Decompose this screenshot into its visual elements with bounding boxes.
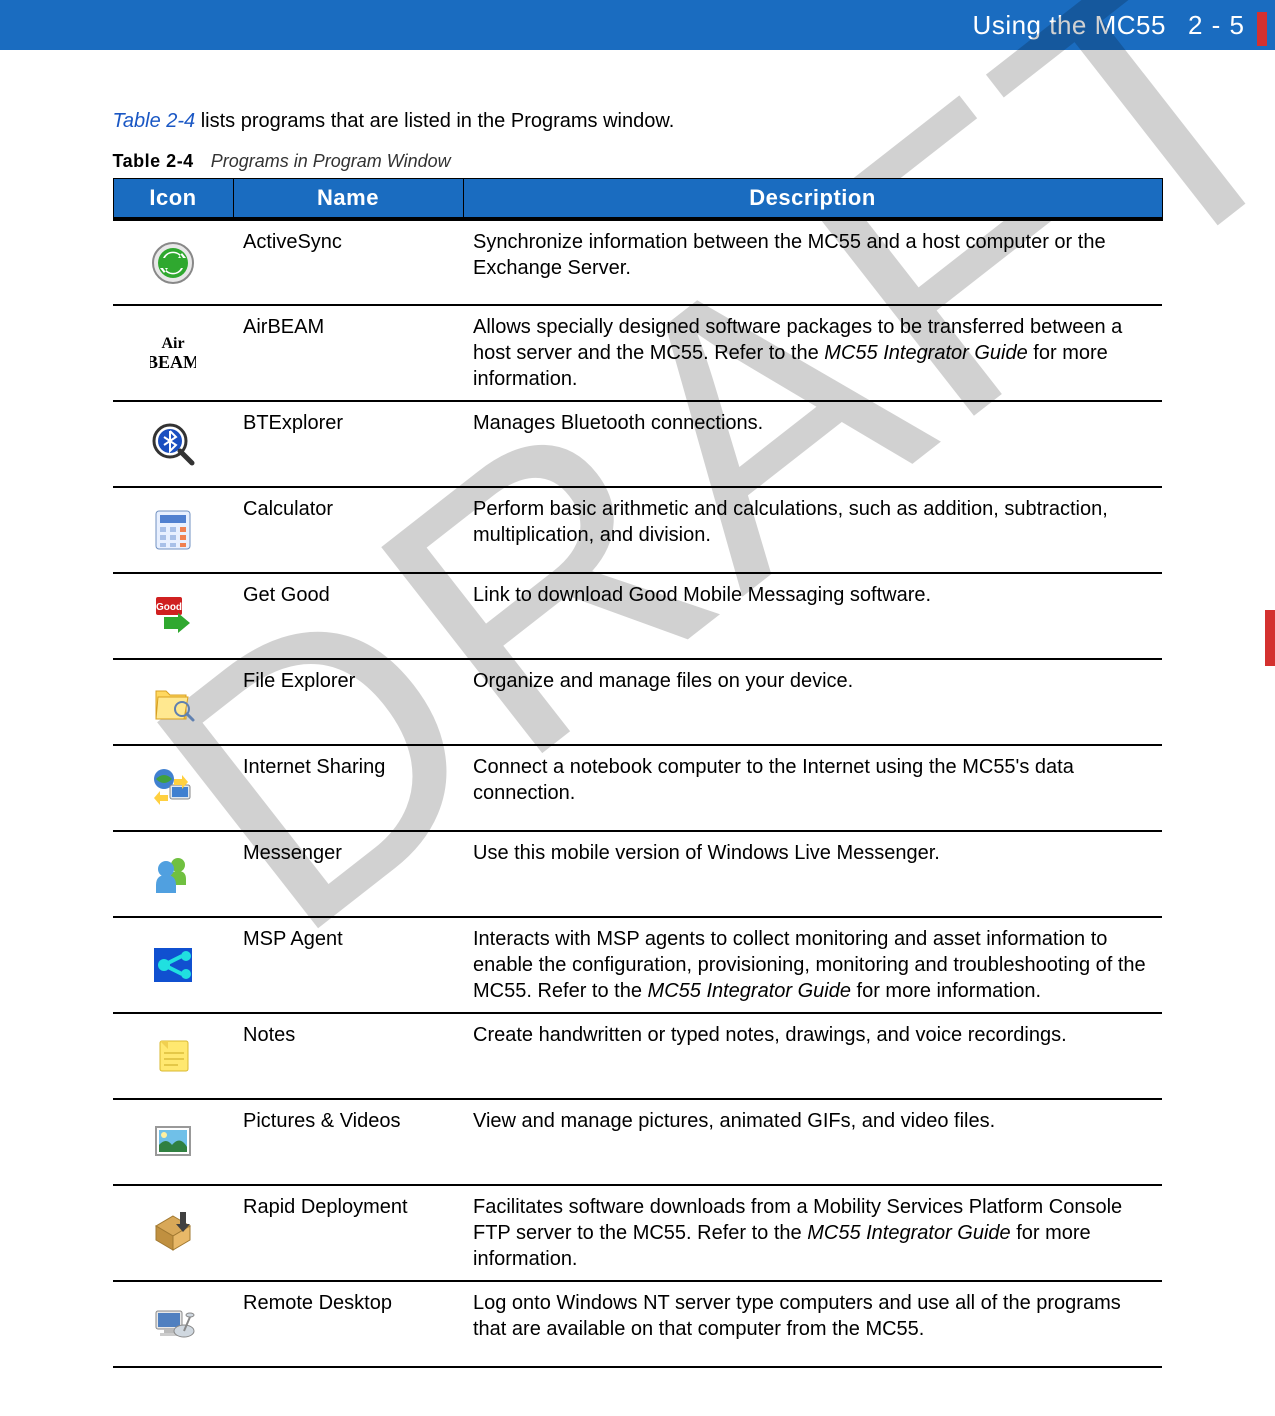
mspagent-icon <box>150 942 196 988</box>
icon-cell <box>113 1013 233 1099</box>
program-description: Use this mobile version of Windows Live … <box>463 831 1162 917</box>
icon-cell <box>113 1185 233 1281</box>
description-text: for more information. <box>851 980 1041 1002</box>
col-description: Description <box>463 179 1162 220</box>
program-name: Get Good <box>233 573 463 659</box>
table-caption: Table 2-4 Programs in Program Window <box>113 151 1163 172</box>
icon-cell <box>113 305 233 401</box>
description-text: Link to download Good Mobile Messaging s… <box>473 584 931 606</box>
description-text: Synchronize information between the MC55… <box>473 231 1106 279</box>
description-text: Use this mobile version of Windows Live … <box>473 842 940 864</box>
icon-cell <box>113 659 233 745</box>
red-tab-top <box>1257 12 1267 46</box>
calculator-icon <box>150 507 196 553</box>
program-description: View and manage pictures, animated GIFs,… <box>463 1099 1162 1185</box>
program-name: File Explorer <box>233 659 463 745</box>
table-header-row: Icon Name Description <box>113 179 1162 220</box>
description-text: Organize and manage files on your device… <box>473 670 853 692</box>
program-name: BTExplorer <box>233 401 463 487</box>
airbeam-icon <box>150 330 196 376</box>
header-section-title: Using the MC55 <box>973 10 1166 41</box>
program-name: Internet Sharing <box>233 745 463 831</box>
icon-cell <box>113 573 233 659</box>
program-name: ActiveSync <box>233 219 463 305</box>
activesync-icon <box>150 240 196 286</box>
program-name: Calculator <box>233 487 463 573</box>
icon-cell <box>113 1281 233 1367</box>
table-row: MSP AgentInteracts with MSP agents to co… <box>113 917 1162 1013</box>
program-description: Organize and manage files on your device… <box>463 659 1162 745</box>
col-name: Name <box>233 179 463 220</box>
remotedesktop-icon <box>150 1301 196 1347</box>
icon-cell <box>113 487 233 573</box>
table-row: ActiveSyncSynchronize information betwee… <box>113 219 1162 305</box>
table-row: File Explorer Organize and manage files o… <box>113 659 1162 745</box>
col-icon: Icon <box>113 179 233 220</box>
btexplorer-icon <box>150 421 196 467</box>
rapiddeploy-icon <box>150 1210 196 1256</box>
program-description: Link to download Good Mobile Messaging s… <box>463 573 1162 659</box>
icon-cell <box>113 401 233 487</box>
table-caption-text: Programs in Program Window <box>211 151 451 171</box>
program-description: Connect a notebook computer to the Inter… <box>463 745 1162 831</box>
program-description: Interacts with MSP agents to collect mon… <box>463 917 1162 1013</box>
table-row: BTExplorer Manages Bluetooth connections. <box>113 401 1162 487</box>
messenger-icon <box>150 851 196 897</box>
fileexplorer-icon <box>150 679 196 725</box>
notes-icon <box>150 1033 196 1079</box>
header-title-area: Using the MC55 2 - 5 <box>973 0 1275 50</box>
getgood-icon <box>150 593 196 639</box>
icon-cell <box>113 1099 233 1185</box>
red-tab-side <box>1265 610 1275 666</box>
italic-reference: MC55 Integrator Guide <box>807 1222 1010 1244</box>
program-description: Manages Bluetooth connections. <box>463 401 1162 487</box>
intro-table-ref: Table 2-4 <box>113 110 196 132</box>
page-header: Using the MC55 2 - 5 <box>0 0 1275 50</box>
description-text: Log onto Windows NT server type computer… <box>473 1292 1121 1340</box>
icon-cell <box>113 745 233 831</box>
program-description: Create handwritten or typed notes, drawi… <box>463 1013 1162 1099</box>
table-row: Remote DesktopLog onto Windows NT server… <box>113 1281 1162 1367</box>
description-text: Perform basic arithmetic and calculation… <box>473 498 1108 546</box>
intro-paragraph: Table 2-4 lists programs that are listed… <box>113 110 1163 133</box>
program-description: Facilitates software downloads from a Mo… <box>463 1185 1162 1281</box>
table-row: AirBEAMAllows specially designed softwar… <box>113 305 1162 401</box>
internetsharing-icon <box>150 765 196 811</box>
description-text: Create handwritten or typed notes, drawi… <box>473 1024 1067 1046</box>
icon-cell <box>113 831 233 917</box>
pictures-icon <box>150 1119 196 1165</box>
program-description: Log onto Windows NT server type computer… <box>463 1281 1162 1367</box>
table-row: Messenger Use this mobile version of Wind… <box>113 831 1162 917</box>
program-name: Messenger <box>233 831 463 917</box>
program-name: Notes <box>233 1013 463 1099</box>
intro-text: lists programs that are listed in the Pr… <box>195 110 674 132</box>
table-row: CalculatorPerform basic arithmetic and c… <box>113 487 1162 573</box>
table-row: Notes Create handwritten or typed notes, … <box>113 1013 1162 1099</box>
italic-reference: MC55 Integrator Guide <box>648 980 851 1002</box>
program-name: AirBEAM <box>233 305 463 401</box>
header-page-number: 2 - 5 <box>1188 10 1245 41</box>
program-name: Pictures & Videos <box>233 1099 463 1185</box>
table-row: Get Good Link to download Good Mobile Mes… <box>113 573 1162 659</box>
programs-table: Icon Name Description ActiveSyncSynchron… <box>113 178 1163 1368</box>
description-text: Connect a notebook computer to the Inter… <box>473 756 1074 804</box>
table-row: Internet SharingConnect a notebook compu… <box>113 745 1162 831</box>
program-name: MSP Agent <box>233 917 463 1013</box>
icon-cell <box>113 917 233 1013</box>
description-text: View and manage pictures, animated GIFs,… <box>473 1110 995 1132</box>
table-row: Pictures & Videos View and manage picture… <box>113 1099 1162 1185</box>
program-name: Remote Desktop <box>233 1281 463 1367</box>
program-description: Allows specially designed software packa… <box>463 305 1162 401</box>
description-text: Manages Bluetooth connections. <box>473 412 763 434</box>
icon-cell <box>113 219 233 305</box>
program-description: Perform basic arithmetic and calculation… <box>463 487 1162 573</box>
program-description: Synchronize information between the MC55… <box>463 219 1162 305</box>
italic-reference: MC55 Integrator Guide <box>824 342 1027 364</box>
table-row: Rapid DeploymentFacilitates software dow… <box>113 1185 1162 1281</box>
table-caption-label: Table 2-4 <box>113 151 194 171</box>
program-name: Rapid Deployment <box>233 1185 463 1281</box>
